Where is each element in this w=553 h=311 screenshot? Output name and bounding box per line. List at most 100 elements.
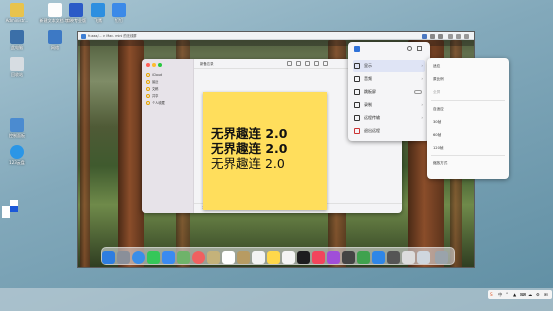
remote-titlebar: fr.aaa/... > Mac. mini 的无线屏 [78, 32, 474, 40]
keyboard-tray-icon[interactable]: ⌨ [520, 292, 526, 298]
submenu-divider-2 [431, 155, 505, 156]
submenu-scale-mode[interactable]: 缩放方式 [433, 158, 503, 168]
submenu-auto[interactable]: 自适应 [433, 104, 503, 114]
safari-icon[interactable] [132, 251, 145, 264]
submenu-60fps[interactable]: 60帧 [433, 130, 503, 140]
grid-tray-icon[interactable]: ⊞ [544, 292, 548, 298]
desktop-icon-control[interactable]: 控制面板 [0, 118, 36, 138]
menu-item-transfer[interactable]: 远程传输 › [353, 112, 425, 124]
appletv-icon[interactable] [297, 251, 310, 264]
sogou-icon[interactable]: S [490, 292, 493, 298]
checklist-icon[interactable] [296, 61, 301, 66]
desktop-icon-admin[interactable]: Administr... [0, 3, 36, 23]
user-folder-icon [10, 3, 24, 17]
menu-item-display[interactable]: 显示 › [353, 60, 425, 72]
desktop-icon-recycle[interactable]: 回收站 [0, 57, 36, 77]
transfer-icon [354, 115, 360, 121]
sidebar-item-docs[interactable]: 文稿 [146, 86, 192, 93]
finder-icon[interactable] [102, 251, 115, 264]
screen-icon [354, 89, 360, 95]
sidebar-item-shared[interactable]: 共享 [146, 93, 192, 100]
remote-control-menu: 显示 › 音频 › 跳板屏 录制 › 远程传输 › 退出远程 [348, 42, 430, 141]
freeform-icon[interactable] [282, 251, 295, 264]
document-icon[interactable] [402, 251, 415, 264]
windows-taskbar [0, 288, 553, 311]
desktop-icon-computer[interactable]: 此电脑 [0, 30, 36, 50]
media-icon[interactable] [314, 61, 319, 66]
menu-item-record[interactable]: 录制 › [353, 99, 425, 111]
menu-item-screen[interactable]: 跳板屏 [353, 86, 425, 98]
remote-address: fr.aaa/... > Mac. mini 的无线屏 [88, 34, 137, 38]
submenu-fullscreen[interactable]: 全屏 [433, 87, 503, 97]
maximize-icon[interactable] [456, 33, 461, 39]
tray-arrow-icon[interactable]: ▲ [513, 292, 516, 298]
zoom-button[interactable] [158, 63, 162, 67]
recycle-bin-icon [10, 57, 24, 71]
cloud-drive-icon [10, 145, 24, 159]
blocks-logo-icon [2, 200, 22, 218]
submenu-30fps[interactable]: 30帧 [433, 117, 503, 127]
messages-icon[interactable] [147, 251, 160, 264]
calendar-icon[interactable] [222, 251, 235, 264]
refresh-icon[interactable] [407, 46, 412, 51]
notes-dock-icon[interactable] [237, 251, 250, 264]
sticky-line-3: 无界趣连 2.0 [211, 156, 285, 171]
printer-icon[interactable] [387, 251, 400, 264]
sidebar-item-favorites[interactable]: 个人收藏 [146, 100, 192, 107]
photos-icon[interactable] [192, 251, 205, 264]
menu-logo-icon [354, 46, 360, 52]
menu-item-exit[interactable]: 退出远程 [353, 125, 425, 137]
display-submenu: 适应 原比例 全屏 自适应 30帧 60帧 120帧 缩放方式 [427, 58, 509, 179]
settings-dock-icon[interactable] [342, 251, 355, 264]
maps-icon[interactable] [177, 251, 190, 264]
cloud-tray-icon[interactable]: ☁ [528, 292, 532, 298]
punctuation-icon[interactable]: ° [506, 292, 508, 298]
notes-sidebar: iCloud 最近 文稿 共享 个人收藏 [142, 59, 194, 213]
format-icon[interactable] [287, 61, 292, 66]
stickies-icon[interactable] [267, 251, 280, 264]
desktop-icon-cloud[interactable]: 123云盘 [0, 145, 36, 165]
sticky-line-1: 无界趣连 2.0 [211, 126, 288, 141]
sticky-note[interactable]: 无界趣连 2.0 无界趣连 2.0 无界趣连 2.0 [203, 92, 327, 210]
submenu-original[interactable]: 原比例 [433, 74, 503, 84]
trash-icon[interactable] [435, 251, 448, 264]
audio-icon [354, 76, 360, 82]
control-panel-icon [10, 118, 24, 132]
fullscreen-icon[interactable] [417, 46, 422, 51]
reminders-icon[interactable] [252, 251, 265, 264]
close-button[interactable] [146, 63, 150, 67]
submenu-120fps[interactable]: 120帧 [433, 143, 503, 153]
minimize-button[interactable] [152, 63, 156, 67]
display-icon [354, 63, 360, 69]
minimize-icon[interactable] [448, 33, 453, 39]
submenu-fit[interactable]: 适应 [433, 61, 503, 71]
input-method-icon[interactable]: 中 [498, 292, 502, 298]
contacts-icon[interactable] [207, 251, 220, 264]
dock-icons [102, 249, 452, 264]
desktop-icon-network[interactable]: 网络 [36, 30, 74, 50]
sidebar-item-recent[interactable]: 最近 [146, 79, 192, 86]
keyboard-icon[interactable] [430, 33, 435, 39]
record-icon [354, 102, 360, 108]
menu-item-audio[interactable]: 音频 › [353, 73, 425, 85]
dingtalk-icon [112, 3, 126, 17]
close-icon[interactable] [464, 33, 469, 39]
sidebar-item-icloud[interactable]: iCloud [146, 72, 192, 79]
control-icon[interactable] [422, 33, 427, 39]
app-icon-blue[interactable] [372, 251, 385, 264]
desktop-icon-dingtalk[interactable]: 钉钉 [100, 3, 138, 23]
network-icon [48, 30, 62, 44]
podcasts-icon[interactable] [327, 251, 340, 264]
screen-toggle[interactable] [414, 90, 422, 94]
share-note-icon[interactable] [323, 61, 328, 66]
remote-toolbar [408, 32, 474, 40]
downloads-icon[interactable] [417, 251, 430, 264]
table-icon[interactable] [305, 61, 310, 66]
share-icon[interactable] [438, 33, 443, 39]
notes-title: 新备忘录 [200, 62, 214, 66]
mail-icon[interactable] [162, 251, 175, 264]
launchpad-icon[interactable] [117, 251, 130, 264]
app-icon-green[interactable] [357, 251, 370, 264]
settings-tray-icon[interactable]: ⚙ [536, 292, 540, 298]
music-icon[interactable] [312, 251, 325, 264]
